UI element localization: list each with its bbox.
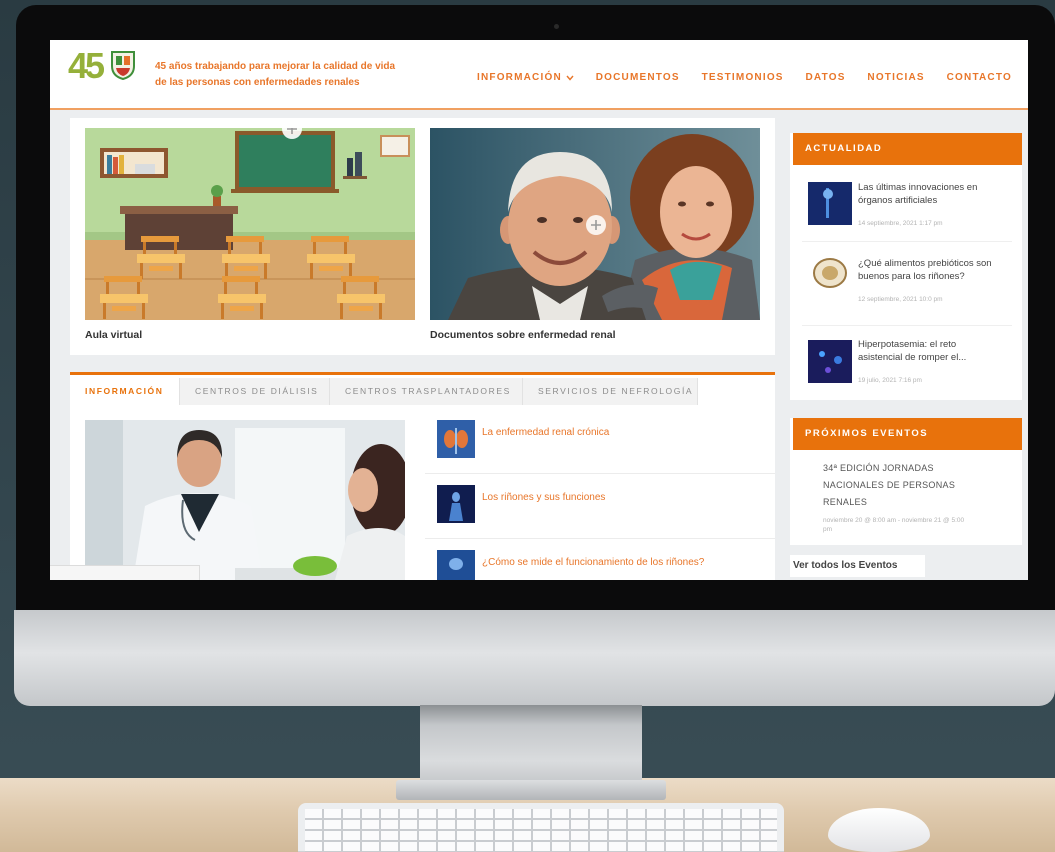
list-divider (425, 538, 775, 539)
nav-item-label: INFORMACIÓN (477, 72, 562, 83)
nav-item-testimonios[interactable]: TESTIMONIOS (702, 71, 784, 85)
website-screen: 45 45 años trabajando para mejorar la ca… (50, 40, 1028, 580)
site-tagline: 45 años trabajando para mejorar la calid… (155, 59, 455, 91)
doctor-patient-photo[interactable] (85, 420, 405, 580)
nav-item-label: TESTIMONIOS (701, 72, 784, 83)
sidebar-events-widget: PRÓXIMOS EVENTOS 34ª EDICIÓN JORNADAS NA… (790, 418, 1022, 545)
news-divider (802, 241, 1012, 242)
kidney-function-thumbnail-image (437, 550, 475, 580)
hyperkalemia-thumbnail (808, 340, 852, 383)
tagline-line-1: 45 años trabajando para mejorar la calid… (155, 61, 396, 72)
chevron-down-icon (566, 75, 574, 81)
featured-cards: Aula virtual Documentos sobre enfermedad… (70, 118, 775, 355)
event-date: noviembre 20 @ 8:00 am - noviembre 21 @ … (823, 517, 965, 533)
link-rinones-funciones[interactable]: Los riñones y sus funciones (482, 491, 605, 505)
kidneys-thumbnail-image (437, 485, 475, 523)
link-thumbnail[interactable] (437, 550, 475, 580)
news-item-date: 19 julio, 2021 7:16 pm (858, 377, 922, 384)
link-thumbnail[interactable] (437, 485, 475, 523)
sidebar-news-widget: ACTUALIDAD Las últimas innovaciones en ó… (790, 133, 1022, 400)
nav-item-noticias[interactable]: NOTICIAS (867, 71, 924, 85)
browser-status-bar (50, 565, 200, 580)
prebiotics-thumbnail (808, 255, 852, 298)
kidney-thumbnail-image (437, 420, 475, 458)
link-thumbnail[interactable] (437, 420, 475, 458)
site-logo[interactable]: 45 (68, 44, 148, 104)
events-widget-title: PRÓXIMOS EVENTOS (793, 418, 1022, 450)
tab-bar: INFORMACIÓN CENTROS DE DIÁLISIS CENTROS … (70, 378, 698, 405)
nav-item-documentos[interactable]: DOCUMENTOS (596, 71, 680, 85)
news-item-date: 12 septiembre, 2021 10:0 pm (858, 296, 943, 303)
keyboard (298, 803, 784, 852)
featured-card-aula-virtual[interactable] (85, 128, 415, 320)
artificial-organs-thumbnail (808, 182, 852, 225)
news-item-title[interactable]: Las últimas innovaciones en órganos arti… (858, 181, 1003, 207)
tab-servicios-nefrologia[interactable]: SERVICIOS DE NEFROLOGÍA (523, 378, 698, 405)
news-thumbnail[interactable] (808, 182, 852, 225)
news-item-title[interactable]: ¿Qué alimentos prebióticos son buenos pa… (858, 257, 1003, 283)
tagline-line-2: de las personas con enfermedades renales (155, 77, 360, 88)
logo-seal-icon (111, 51, 135, 80)
event-title[interactable]: 34ª EDICIÓN JORNADAS NACIONALES DE PERSO… (823, 460, 963, 511)
classroom-illustration (85, 128, 415, 320)
camera-icon (554, 24, 559, 29)
monitor-chin (14, 610, 1055, 706)
main-nav: INFORMACIÓN DOCUMENTOS TESTIMONIOS DATOS… (477, 71, 1012, 85)
featured-caption-aula-virtual[interactable]: Aula virtual (85, 328, 142, 342)
monitor-stand-base (396, 780, 666, 800)
nav-item-label: DATOS (805, 72, 846, 83)
news-item-date: 14 septiembre, 2021 1:17 pm (858, 220, 943, 227)
news-item-title[interactable]: Hiperpotasemia: el reto asistencial de r… (858, 338, 1003, 364)
nav-item-label: CONTACTO (946, 72, 1012, 83)
logo-anniversary-number: 45 (68, 45, 105, 86)
nav-item-label: DOCUMENTOS (595, 72, 680, 83)
news-thumbnail[interactable] (808, 340, 852, 383)
news-widget-title: ACTUALIDAD (793, 133, 1022, 165)
monitor-stand (420, 705, 642, 785)
list-divider (425, 473, 775, 474)
plus-circle-icon[interactable] (281, 128, 303, 140)
info-tabs-section: INFORMACIÓN CENTROS DE DIÁLISIS CENTROS … (70, 372, 775, 580)
link-enfermedad-renal-cronica[interactable]: La enfermedad renal crónica (482, 426, 609, 440)
link-como-se-mide[interactable]: ¿Cómo se mide el funcionamiento de los r… (482, 556, 704, 570)
site-header: 45 45 años trabajando para mejorar la ca… (50, 40, 1028, 110)
tab-informacion[interactable]: INFORMACIÓN (70, 378, 180, 405)
nav-item-informacion[interactable]: INFORMACIÓN (477, 71, 574, 85)
news-divider (802, 325, 1012, 326)
featured-card-documentos[interactable] (430, 128, 760, 320)
view-all-events-button[interactable]: Ver todos los Eventos (790, 555, 925, 577)
nav-item-label: NOTICIAS (867, 72, 925, 83)
plus-circle-icon[interactable] (585, 214, 607, 236)
keyboard-keys (305, 809, 777, 852)
nav-item-contacto[interactable]: CONTACTO (947, 71, 1012, 85)
doctor-patient-image (85, 420, 405, 580)
imac-mockup-scene: 45 45 años trabajando para mejorar la ca… (0, 0, 1055, 852)
tab-centros-trasplantadores[interactable]: CENTROS TRASPLANTADORES (330, 378, 523, 405)
featured-caption-documentos[interactable]: Documentos sobre enfermedad renal (430, 328, 616, 342)
news-thumbnail[interactable] (808, 255, 852, 298)
nav-item-datos[interactable]: DATOS (806, 71, 846, 85)
tab-centros-dialisis[interactable]: CENTROS DE DIÁLISIS (180, 378, 330, 405)
